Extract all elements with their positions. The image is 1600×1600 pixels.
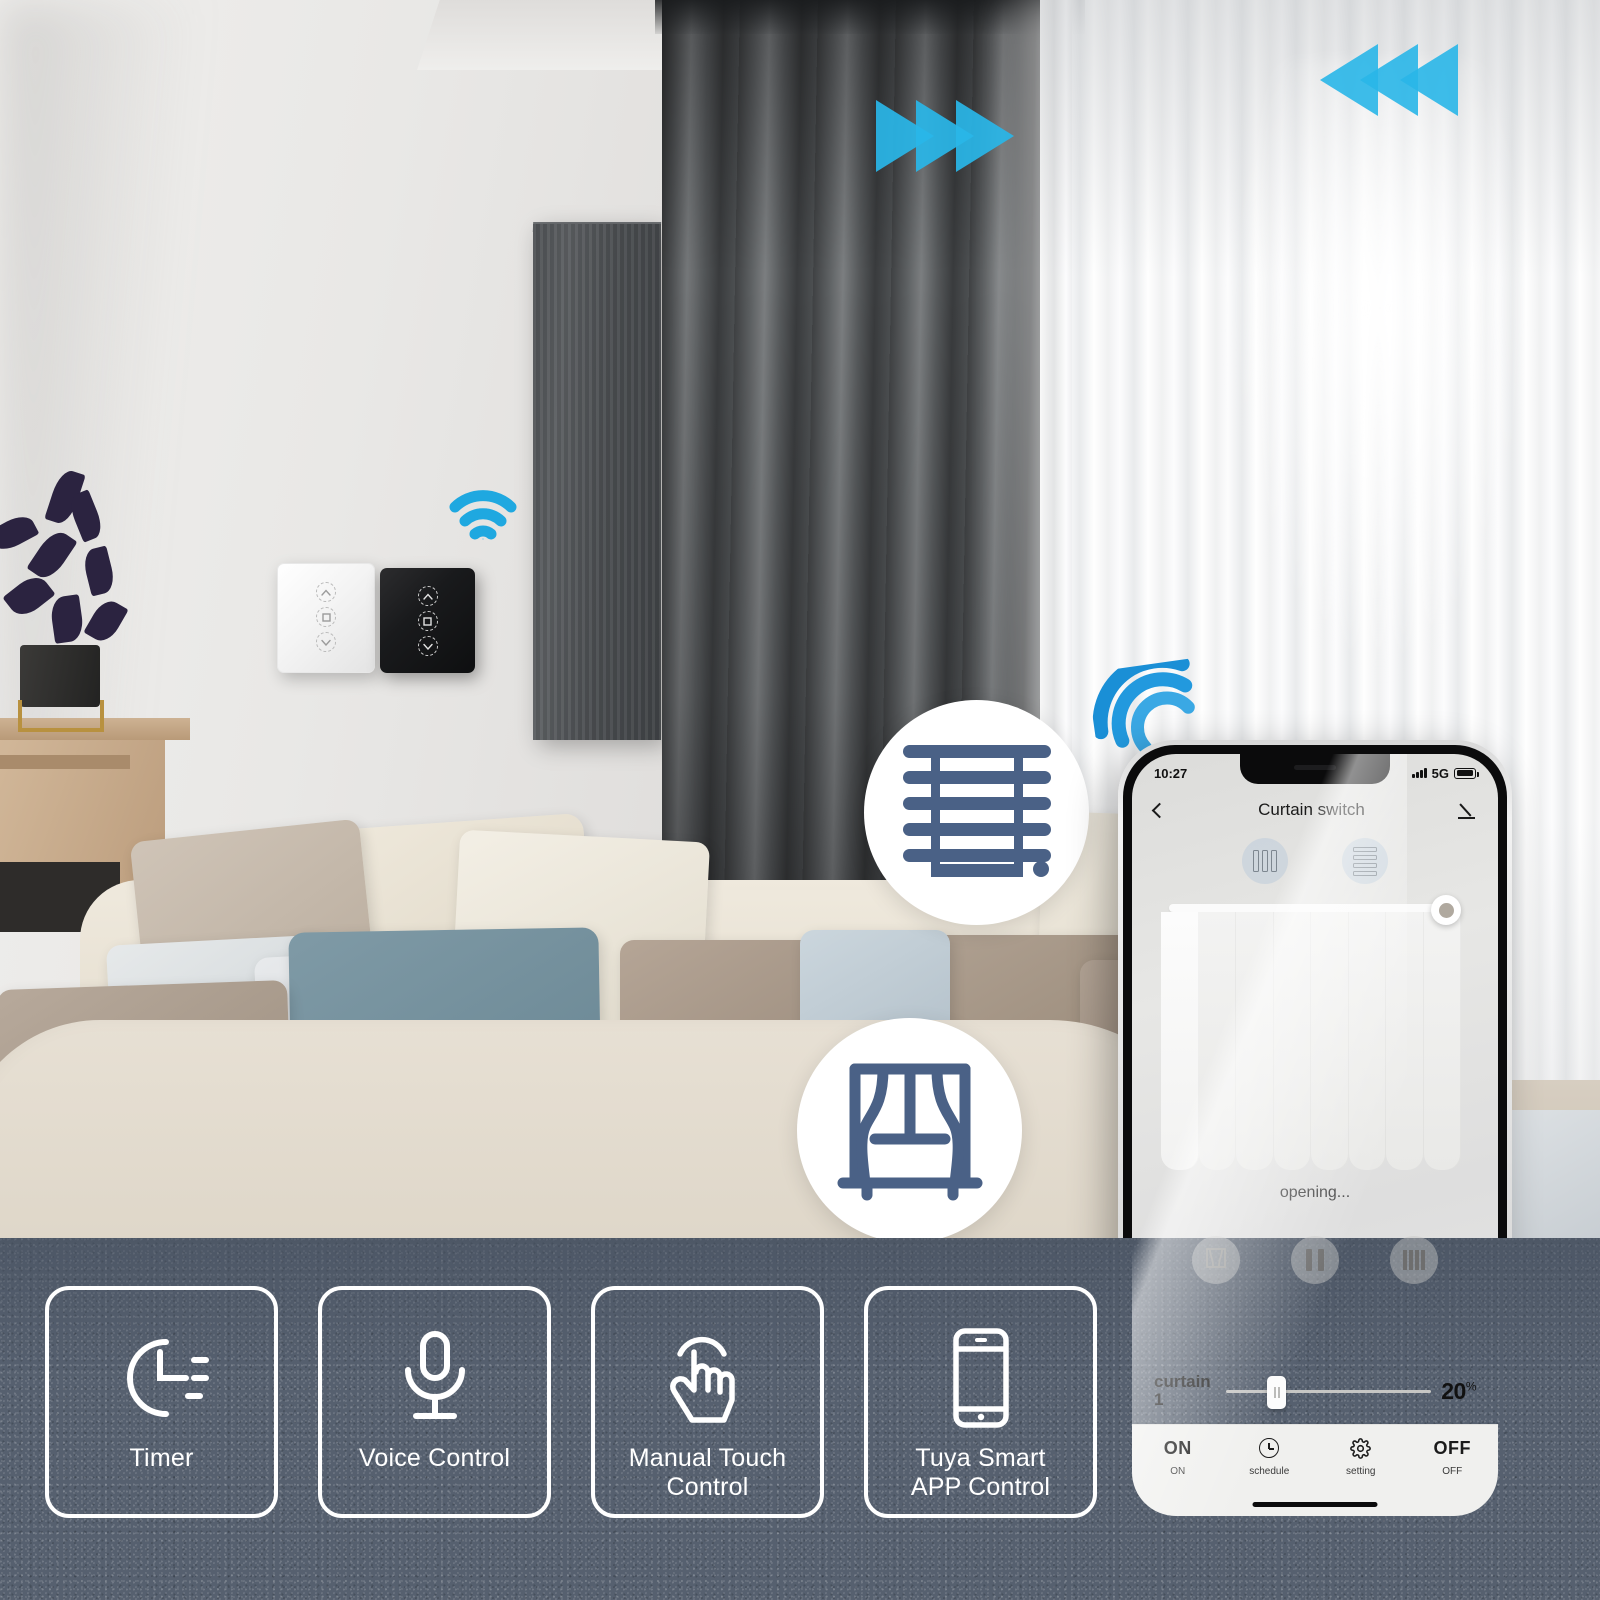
plant-pot-stand <box>18 700 104 732</box>
position-slider[interactable] <box>1226 1375 1432 1409</box>
sideboard-ledge <box>0 755 130 769</box>
feature-tuya-app: Tuya Smart APP Control <box>864 1286 1097 1518</box>
window-curtain-icon <box>835 1053 985 1208</box>
curtain-status-text: opening... <box>1279 1184 1351 1201</box>
switch-buttons <box>316 582 336 652</box>
feature-timer-label: Timer <box>129 1444 194 1472</box>
app-bar: Curtain switch <box>1132 792 1498 828</box>
curtain-badge <box>797 1018 1022 1243</box>
phone-notch <box>1240 754 1390 784</box>
position-slider-row: curtain1 20% <box>1132 1361 1498 1421</box>
phone-bezel: 10:27 5G Curtain switch opening... curta… <box>1123 745 1507 1525</box>
black-curtain-switch[interactable] <box>380 568 475 673</box>
tab-setting[interactable]: setting <box>1315 1437 1407 1477</box>
signal-bars-icon <box>1412 768 1427 778</box>
slider-thumb[interactable] <box>1267 1375 1287 1409</box>
feature-voice-label: Voice Control <box>358 1444 511 1472</box>
curtain-rail <box>1169 904 1447 912</box>
feature-cards: Timer Voice Control Manual Touch Control… <box>45 1286 1097 1518</box>
tab-setting-label: setting <box>1346 1466 1376 1477</box>
chevron-down-icon[interactable] <box>316 632 336 652</box>
horizontal-blinds-mode-button[interactable] <box>1342 838 1388 884</box>
curtain-panels <box>1161 912 1461 1170</box>
feature-manual-touch-label: Manual Touch Control <box>628 1444 787 1501</box>
vertical-blinds-icon <box>1253 850 1277 872</box>
arrow-right <box>956 100 1014 172</box>
tab-on-label: ON <box>1170 1466 1186 1477</box>
radiator-panel <box>533 224 661 740</box>
curtain-visualization[interactable] <box>1161 895 1469 1170</box>
curtain-drag-knob[interactable] <box>1431 895 1461 925</box>
switch-buttons <box>417 586 438 656</box>
battery-icon <box>1454 767 1479 779</box>
control-buttons <box>1132 1236 1498 1284</box>
window-glow <box>1230 60 1530 680</box>
touch-hand-icon <box>662 1326 754 1430</box>
off-glyph: OFF <box>1433 1437 1471 1458</box>
close-button[interactable] <box>1390 1236 1439 1284</box>
back-button[interactable] <box>1151 802 1168 818</box>
home-indicator <box>1252 1502 1378 1507</box>
tab-off[interactable]: OFF OFF <box>1407 1437 1499 1478</box>
status-indicators: 5G <box>1412 765 1479 781</box>
chevron-up-icon[interactable] <box>316 582 336 602</box>
chevron-down-icon[interactable] <box>417 636 438 656</box>
slider-value: 20% <box>1441 1377 1476 1404</box>
curtain-rod-shadow <box>655 0 1085 34</box>
open-button[interactable] <box>1191 1236 1240 1284</box>
network-label: 5G <box>1431 765 1449 781</box>
pause-button[interactable] <box>1290 1236 1339 1284</box>
stop-square-icon[interactable] <box>417 611 438 631</box>
slider-label: curtain1 <box>1154 1371 1211 1409</box>
feature-tuya-app-label: Tuya Smart APP Control <box>910 1444 1051 1501</box>
arrow-left <box>1400 44 1458 116</box>
stop-square-icon[interactable] <box>316 607 336 627</box>
venetian-blinds-icon <box>901 743 1053 882</box>
on-glyph: ON <box>1163 1437 1192 1458</box>
feature-timer: Timer <box>45 1286 278 1518</box>
chevron-up-icon[interactable] <box>417 586 438 606</box>
page-title: Curtain switch <box>1258 800 1365 819</box>
status-time: 10:27 <box>1154 765 1188 781</box>
gear-icon <box>1350 1437 1372 1459</box>
mode-buttons <box>1132 838 1498 884</box>
vertical-blinds-mode-button[interactable] <box>1242 838 1288 884</box>
tab-schedule-label: schedule <box>1249 1466 1290 1477</box>
wifi-icon <box>447 485 519 547</box>
feature-manual-touch: Manual Touch Control <box>591 1286 824 1518</box>
feature-voice: Voice Control <box>318 1286 551 1518</box>
phone-screen: 10:27 5G Curtain switch opening... curta… <box>1132 754 1498 1516</box>
tab-on[interactable]: ON ON <box>1132 1437 1224 1478</box>
smartphone: 10:27 5G Curtain switch opening... curta… <box>1118 740 1512 1530</box>
timer-icon <box>110 1326 214 1430</box>
edit-button[interactable] <box>1457 801 1476 819</box>
tab-schedule[interactable]: schedule <box>1224 1437 1316 1477</box>
tab-off-label: OFF <box>1442 1466 1463 1477</box>
curtain-open-icon <box>1205 1247 1227 1274</box>
smartphone-icon <box>950 1326 1012 1430</box>
microphone-icon <box>394 1326 476 1430</box>
blinds-badge <box>864 700 1089 925</box>
sofa-seat <box>0 1020 1220 1245</box>
curtain-close-icon <box>1403 1250 1426 1270</box>
horizontal-blinds-icon <box>1353 846 1377 876</box>
plant-pot <box>20 645 100 707</box>
clock-icon <box>1259 1437 1280 1459</box>
pause-icon <box>1305 1249 1324 1271</box>
white-curtain-switch[interactable] <box>277 563 375 673</box>
